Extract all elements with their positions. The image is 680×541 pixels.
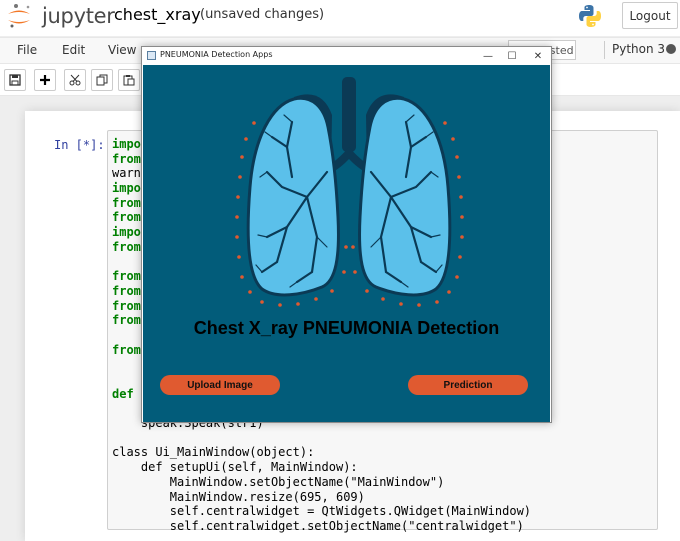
app-window-title: PNEUMONIA Detection Apps <box>160 50 273 59</box>
code-line: from <box>112 343 141 357</box>
menu-file[interactable]: File <box>17 43 37 57</box>
jupyter-logo-icon <box>8 4 30 28</box>
lungs-illustration-icon <box>235 77 464 307</box>
app-heading: Chest X_ray PNEUMONIA Detection <box>193 318 500 338</box>
jupyter-logo[interactable]: jupyter <box>6 2 115 30</box>
notebook-name[interactable]: chest_xray <box>114 5 201 24</box>
app-titlebar[interactable]: PNEUMONIA Detection Apps — ☐ ✕ <box>142 47 551 65</box>
code-line: MainWindow.resize(695, 609) <box>112 490 365 504</box>
jupyter-header: jupyter chest_xray (unsaved changes) Log… <box>0 0 680 36</box>
minimize-button[interactable]: — <box>476 48 500 64</box>
scissors-icon <box>69 74 81 86</box>
plus-icon <box>40 75 50 85</box>
save-icon <box>9 74 21 86</box>
pneumonia-app-window[interactable]: PNEUMONIA Detection Apps — ☐ ✕ Chest X_r… <box>141 46 552 423</box>
save-status: (unsaved changes) <box>200 7 325 22</box>
prediction-button[interactable]: Prediction <box>408 375 528 395</box>
paste-icon <box>123 75 135 86</box>
upload-image-button[interactable]: Upload Image <box>160 375 280 395</box>
copy-button[interactable] <box>91 69 113 91</box>
kernel-separator <box>604 41 605 59</box>
code-line: from <box>112 269 141 283</box>
python-logo-icon <box>579 5 601 27</box>
kernel-busy-indicator <box>666 44 676 54</box>
code-line: class Ui_MainWindow(object): <box>112 445 315 459</box>
app-window-icon <box>147 51 156 60</box>
code-line: MainWindow.setObjectName("MainWindow") <box>112 475 445 489</box>
menu-edit[interactable]: Edit <box>62 43 85 57</box>
code-line: from <box>112 299 141 313</box>
insert-cell-button[interactable] <box>34 69 56 91</box>
code-line: from <box>112 240 141 254</box>
paste-button[interactable] <box>118 69 140 91</box>
save-button[interactable] <box>4 69 26 91</box>
menu-view[interactable]: View <box>108 43 136 57</box>
code-line: impo <box>112 225 141 239</box>
cut-button[interactable] <box>64 69 86 91</box>
app-body: Chest X_ray PNEUMONIA Detection Upload I… <box>143 65 550 422</box>
code-line: impo <box>112 181 141 195</box>
code-line: impo <box>112 137 141 151</box>
code-line: warn <box>112 166 141 180</box>
cell-prompt: In [*]: <box>54 138 105 152</box>
code-line: from <box>112 210 141 224</box>
copy-icon <box>96 74 108 86</box>
code-line: from <box>112 152 141 166</box>
code-line: self.centralwidget.setObjectName("centra… <box>112 519 524 533</box>
maximize-button[interactable]: ☐ <box>500 48 524 64</box>
close-button[interactable]: ✕ <box>526 48 550 64</box>
code-line: from <box>112 313 141 327</box>
kernel-name[interactable]: Python 3 <box>612 42 665 56</box>
code-line: def setupUi(self, MainWindow): <box>112 460 358 474</box>
code-line: self.centralwidget = QtWidgets.QWidget(M… <box>112 504 532 518</box>
jupyter-logo-text: jupyter <box>42 4 115 28</box>
logout-button[interactable]: Logout <box>622 2 678 29</box>
code-line: from <box>112 196 141 210</box>
code-line: from <box>112 284 141 298</box>
